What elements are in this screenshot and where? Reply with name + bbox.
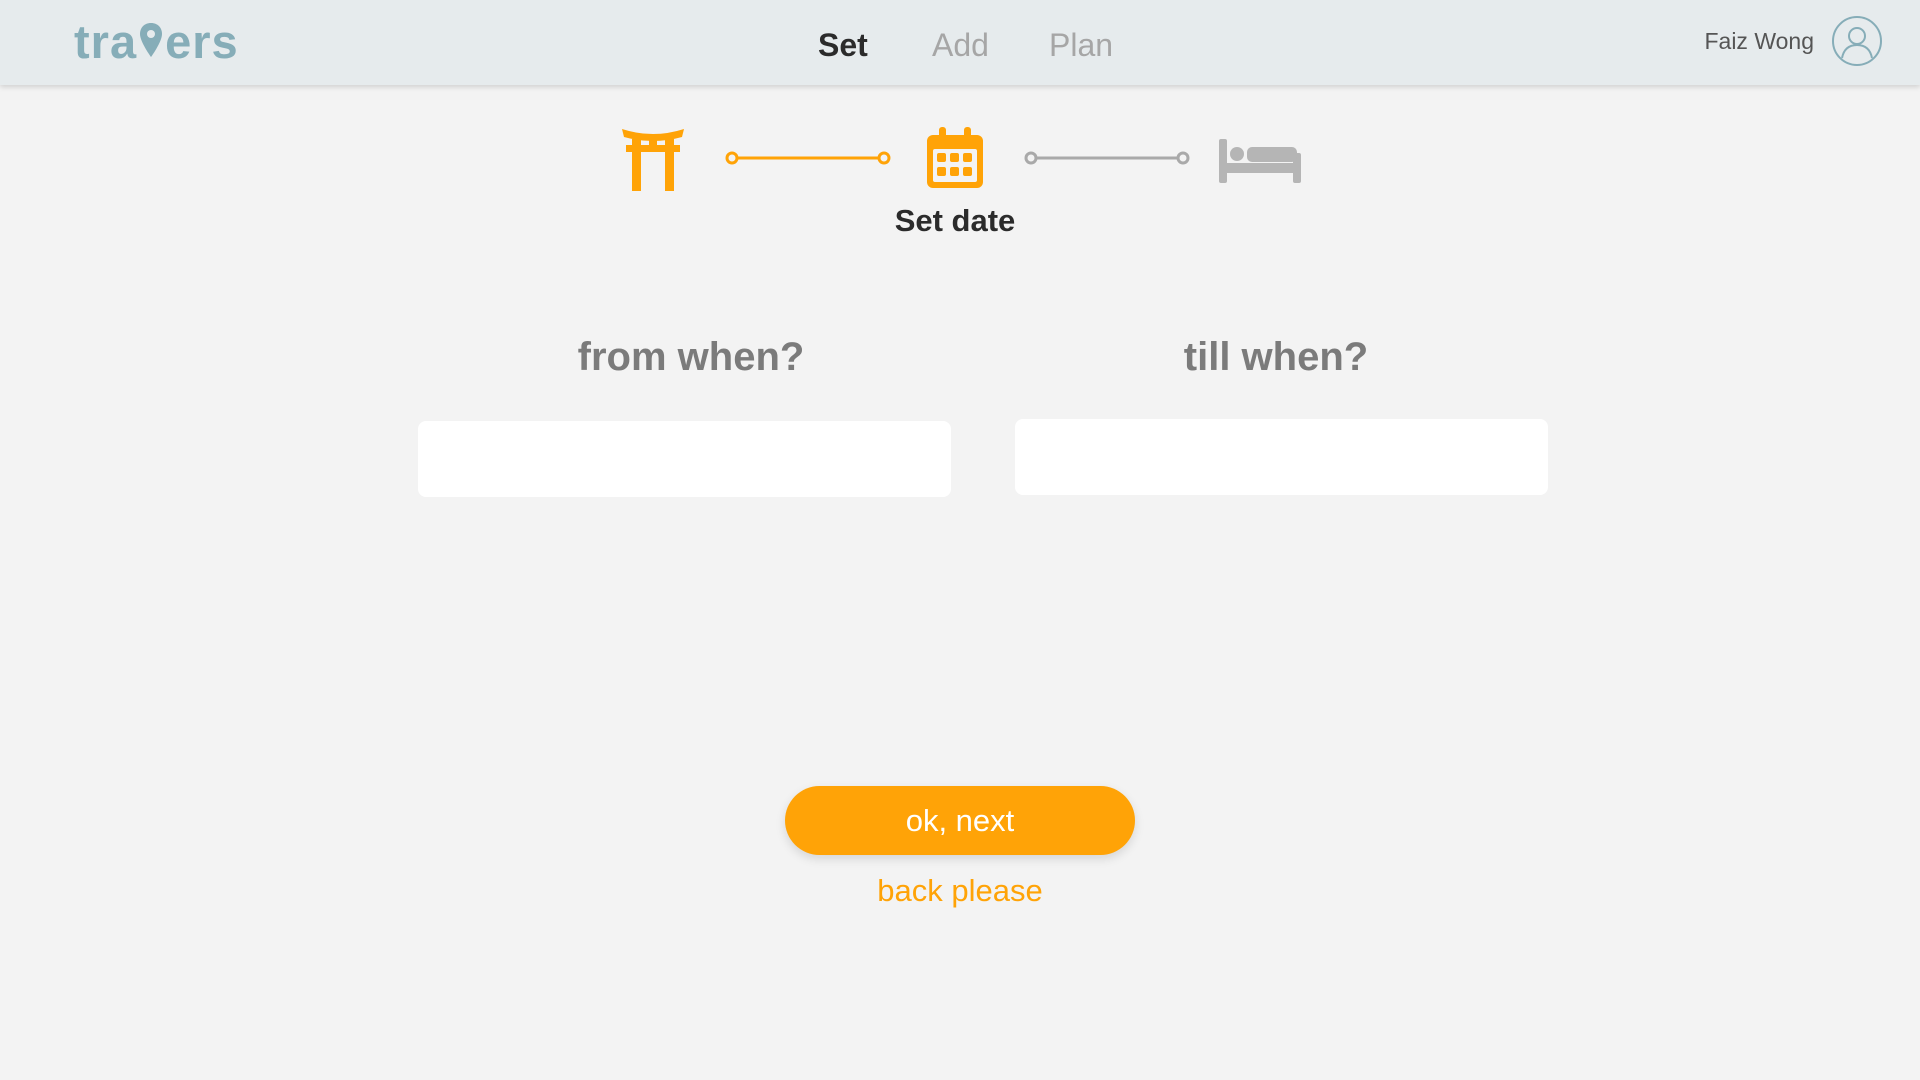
step-connector-pending: [1024, 151, 1190, 165]
avatar[interactable]: [1832, 16, 1882, 66]
calendar-icon[interactable]: [924, 125, 986, 191]
top-navigation-bar: tra ers Set Add Plan Faiz Wong: [0, 0, 1920, 85]
current-step-label: Set date: [894, 203, 1016, 238]
nav-item-set[interactable]: Set: [818, 22, 868, 68]
bed-icon[interactable]: [1217, 125, 1303, 191]
till-date-input[interactable]: [1015, 419, 1548, 495]
from-date-title: from when?: [577, 335, 805, 379]
step-connector-completed: [725, 151, 891, 165]
user-outline-icon: [1841, 27, 1873, 59]
back-link[interactable]: back please: [810, 872, 1110, 910]
from-date-input[interactable]: [418, 421, 951, 497]
user-name: Faiz Wong: [1704, 27, 1814, 54]
next-button[interactable]: ok, next: [785, 786, 1135, 855]
user-menu[interactable]: Faiz Wong: [1704, 15, 1882, 67]
till-date-title: till when?: [1183, 335, 1369, 379]
torii-gate-icon[interactable]: [620, 125, 686, 191]
progress-stepper: Set date: [0, 125, 1920, 245]
nav-item-plan[interactable]: Plan: [1049, 22, 1113, 68]
main-nav: Set Add Plan: [0, 22, 1920, 68]
nav-item-add[interactable]: Add: [932, 22, 989, 68]
